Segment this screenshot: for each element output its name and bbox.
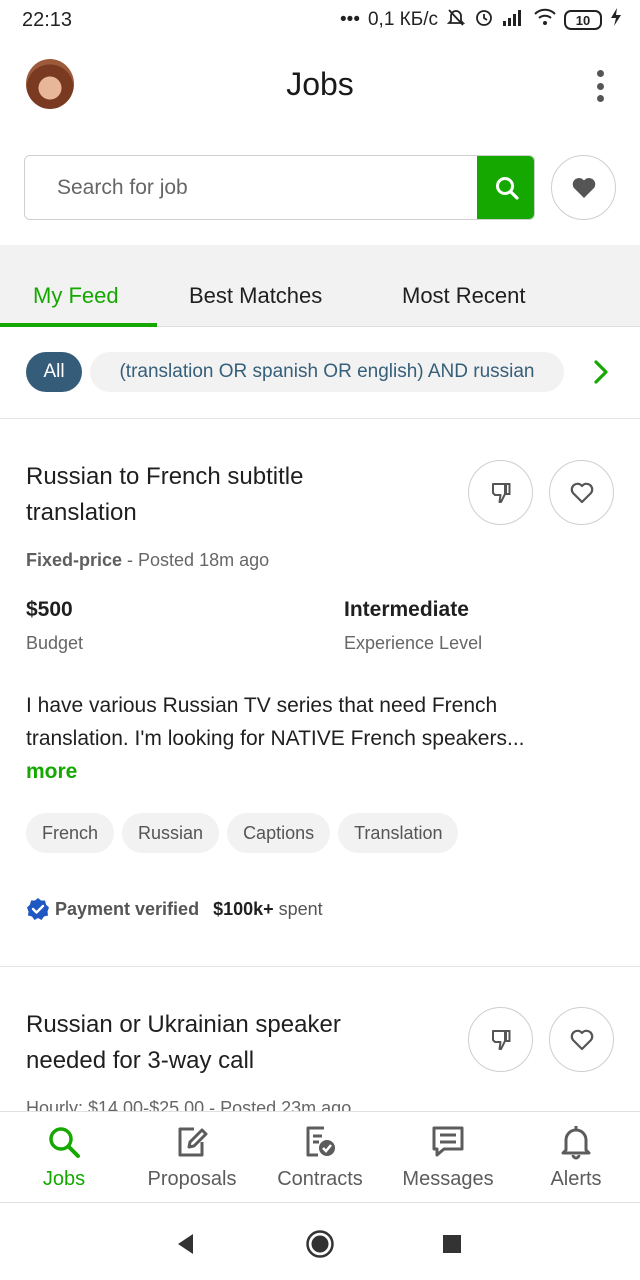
job-posted: - Posted 18m ago <box>122 550 270 570</box>
tab-most-recent[interactable]: Most Recent <box>402 283 526 309</box>
search-icon <box>0 1124 128 1160</box>
nav-proposals[interactable]: Proposals <box>128 1112 256 1204</box>
job-card[interactable]: Russian to French subtitle translation F… <box>0 419 640 967</box>
heart-outline-icon <box>570 1029 593 1050</box>
job-description: I have various Russian TV series that ne… <box>26 689 616 788</box>
save-job-button[interactable] <box>549 1007 614 1072</box>
mute-bell-icon <box>446 7 466 33</box>
network-speed: 0,1 КБ/с <box>367 9 438 30</box>
battery-level: 10 <box>575 12 591 28</box>
job-card[interactable]: Russian or Ukrainian speaker needed for … <box>0 967 640 1111</box>
more-link[interactable]: more <box>26 755 616 788</box>
job-title-line: needed for 3-way call <box>26 1047 255 1074</box>
payment-verified-label: Payment verified <box>55 898 200 919</box>
alarm-icon <box>474 7 494 33</box>
description-line: translation. I'm looking for NATIVE Fren… <box>26 727 525 750</box>
status-bar: 22:13 ••• 0,1 КБ/с 10 <box>0 0 640 40</box>
job-title-line: Russian or Ukrainian speaker <box>26 1011 341 1038</box>
skill-chip[interactable]: French <box>26 813 115 853</box>
nav-jobs[interactable]: Jobs <box>0 1112 128 1204</box>
nav-label: Proposals <box>147 1168 237 1190</box>
budget-label: Budget <box>26 633 84 653</box>
nav-label: Contracts <box>277 1168 363 1190</box>
page-title: Jobs <box>286 66 354 102</box>
thumbs-down-icon <box>491 1029 510 1050</box>
battery-icon: 10 <box>564 10 602 30</box>
tab-best-matches[interactable]: Best Matches <box>189 283 322 309</box>
contract-check-icon <box>256 1124 384 1160</box>
nav-label: Alerts <box>550 1168 602 1190</box>
nav-label: Messages <box>402 1168 494 1190</box>
nav-label: Jobs <box>42 1168 86 1190</box>
budget-value: $500 <box>26 598 73 621</box>
search-button[interactable] <box>477 156 534 219</box>
status-icons: ••• 0,1 КБ/с 10 <box>340 7 622 33</box>
heart-outline-icon <box>570 482 593 503</box>
skills-list: French Russian Captions Translation <box>26 813 459 853</box>
experience-value: Intermediate <box>344 598 469 621</box>
edit-document-icon <box>128 1124 256 1160</box>
job-title-line: Russian to French subtitle <box>26 463 304 490</box>
client-spent-label: spent <box>278 898 323 919</box>
nav-alerts[interactable]: Alerts <box>512 1112 640 1204</box>
search-input[interactable] <box>25 156 477 219</box>
search-field <box>24 155 535 220</box>
bell-icon <box>512 1124 640 1160</box>
nav-messages[interactable]: Messages <box>384 1112 512 1204</box>
nav-contracts[interactable]: Contracts <box>256 1112 384 1204</box>
job-title[interactable]: Russian or Ukrainian speaker needed for … <box>26 1007 426 1079</box>
skill-chip[interactable]: Captions <box>227 813 331 853</box>
job-title-line: translation <box>26 499 137 526</box>
job-type: Fixed-price <box>26 550 123 570</box>
app-header: Jobs <box>0 40 640 132</box>
charging-icon <box>610 7 622 33</box>
job-title[interactable]: Russian to French subtitle translation <box>26 459 426 531</box>
filter-chip-query[interactable]: (translation OR spanish OR english) AND … <box>90 352 564 392</box>
saved-search-filters: All (translation OR spanish OR english) … <box>0 327 640 419</box>
skill-chip[interactable]: Translation <box>338 813 459 853</box>
more-dots-icon: ••• <box>340 9 360 30</box>
save-job-button[interactable] <box>549 460 614 525</box>
recents-icon[interactable] <box>437 1229 467 1259</box>
search-row <box>24 155 616 220</box>
system-navigation-bar <box>0 1203 640 1280</box>
client-info: Payment verified $100k+ spent <box>26 897 323 921</box>
filter-chip-all[interactable]: All <box>26 352 82 392</box>
experience-label: Experience Level <box>344 633 483 653</box>
verified-badge-icon <box>27 898 49 920</box>
tab-my-feed[interactable]: My Feed <box>33 283 119 309</box>
bottom-navigation: Jobs Proposals Contracts Messages Alerts <box>0 1111 640 1203</box>
thumbs-down-icon <box>491 482 510 503</box>
home-icon[interactable] <box>305 1229 335 1259</box>
chevron-right-icon[interactable] <box>588 355 614 389</box>
skill-chip[interactable]: Russian <box>122 813 220 853</box>
dislike-button[interactable] <box>468 460 533 525</box>
saved-jobs-button[interactable] <box>551 155 616 220</box>
job-meta: Hourly: $14.00-$25.00 - Posted 23m ago <box>26 1098 352 1111</box>
wifi-icon <box>534 8 556 32</box>
job-meta: Fixed-price - Posted 18m ago <box>26 550 269 571</box>
search-icon <box>495 176 519 200</box>
client-spent-amount: $100k+ <box>213 898 274 919</box>
more-options-icon[interactable] <box>584 66 616 106</box>
back-icon[interactable] <box>170 1229 200 1259</box>
status-time: 22:13 <box>22 8 73 31</box>
message-icon <box>384 1124 512 1160</box>
dislike-button[interactable] <box>468 1007 533 1072</box>
feed-tabs: My Feed Best Matches Most Recent <box>0 245 640 327</box>
heart-filled-icon <box>572 177 595 198</box>
signal-icon <box>502 8 526 32</box>
description-line: I have various Russian TV series that ne… <box>26 694 498 717</box>
